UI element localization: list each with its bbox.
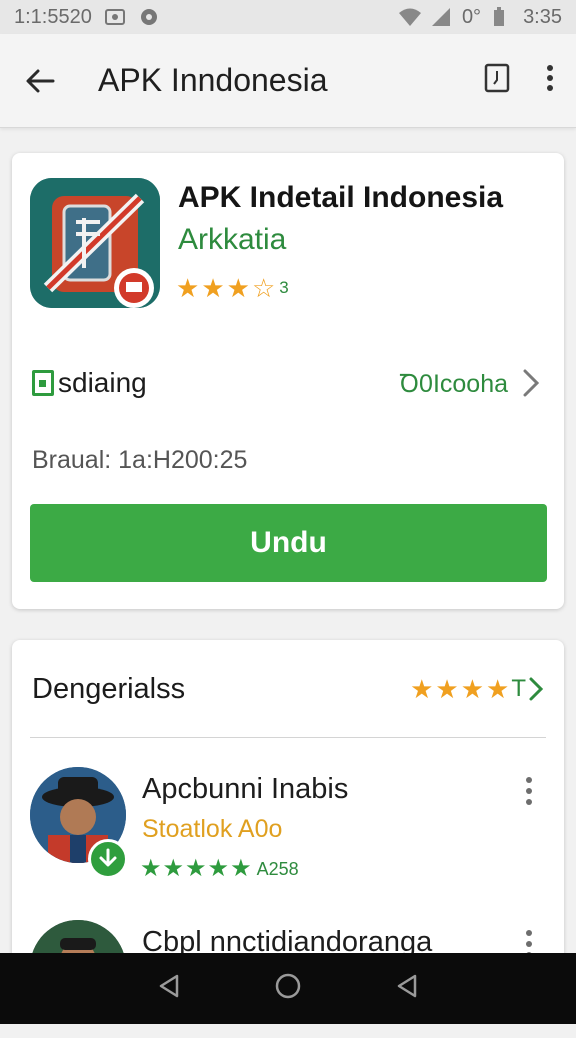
star-icon: ★	[201, 273, 225, 303]
more-vert-icon[interactable]	[524, 777, 534, 805]
star-icon: ★	[410, 674, 434, 704]
app-icon	[30, 178, 160, 308]
app-name: APK Indetail Indonesia	[178, 181, 504, 214]
download-button[interactable]: Undu	[30, 504, 547, 582]
reviews-title: Dengerialss	[32, 672, 186, 705]
back-nav-icon[interactable]	[157, 973, 181, 1004]
chevron-right-icon	[529, 677, 544, 701]
review-item[interactable]: Apcbunni Inabis Stoatlok A0o ★ ★ ★ ★ ★ A…	[30, 765, 546, 885]
image-notification-icon	[104, 6, 126, 28]
divider	[30, 737, 546, 738]
bookmark-icon[interactable]	[484, 63, 510, 98]
app-rating: ★ ★ ★ ☆ 3	[176, 275, 289, 301]
settings-notification-icon	[138, 6, 160, 28]
signal-icon	[430, 6, 452, 28]
recents-nav-icon[interactable]	[395, 973, 419, 1004]
category-label: sdiaing	[58, 367, 147, 398]
wifi-icon	[398, 6, 421, 28]
star-icon: ★	[207, 855, 230, 882]
star-icon: ★	[486, 674, 510, 704]
more-vert-icon[interactable]	[546, 64, 554, 97]
chevron-right-icon	[522, 367, 544, 399]
version-text: Braual: 1a:H200:25	[32, 446, 248, 474]
status-left-text: 1:1:5520	[14, 5, 92, 28]
star-icon: ★	[435, 674, 459, 704]
app-developer[interactable]: Arkkatia	[178, 223, 286, 257]
review-count: A258	[256, 858, 299, 879]
reviews-card: Dengerialss ★ ★ ★ ★ T Apcbunni Inabis St	[12, 640, 564, 1016]
star-icon: ★	[176, 273, 200, 303]
review-rating: ★ ★ ★ ★ ★ A258	[140, 857, 299, 881]
home-nav-icon[interactable]	[274, 972, 302, 1005]
star-icon: ★	[162, 855, 185, 882]
half-star-icon: ☆	[251, 273, 276, 303]
app-bar: APK Inndonesia	[0, 34, 576, 128]
star-icon: ★	[226, 273, 250, 303]
reviews-header[interactable]: Dengerialss ★ ★ ★ ★ T	[32, 666, 544, 712]
star-icon: ★	[140, 855, 162, 882]
system-nav-bar	[0, 953, 576, 1024]
status-signal-text: 0°	[461, 5, 482, 28]
reviews-header-trailing: T	[511, 675, 526, 702]
category-row[interactable]: sdiaing Ꝺ0Icooha	[32, 361, 544, 405]
battery-icon	[491, 6, 513, 28]
app-detail-card: APK Indetail Indonesia Arkkatia ★ ★ ★ ☆ …	[12, 153, 564, 609]
status-time: 3:35	[523, 5, 562, 28]
star-icon: ★	[460, 674, 485, 704]
reviews-rating: ★ ★ ★ ★ T	[410, 675, 544, 703]
back-arrow-icon[interactable]	[22, 63, 58, 99]
reviewer-tag: Stoatlok A0o	[142, 815, 283, 843]
status-bar: 1:1:5520 0° 3:35	[0, 0, 576, 34]
download-badge-icon	[88, 839, 128, 879]
rating-label: 3	[279, 278, 289, 297]
star-icon: ★	[230, 855, 252, 882]
category-icon	[32, 370, 54, 396]
star-icon: ★	[185, 855, 207, 882]
reviewer-name: Apcbunni Inabis	[142, 773, 349, 805]
category-value: Ꝺ0Icooha	[399, 370, 508, 398]
page-title: APK Inndonesia	[98, 62, 328, 98]
